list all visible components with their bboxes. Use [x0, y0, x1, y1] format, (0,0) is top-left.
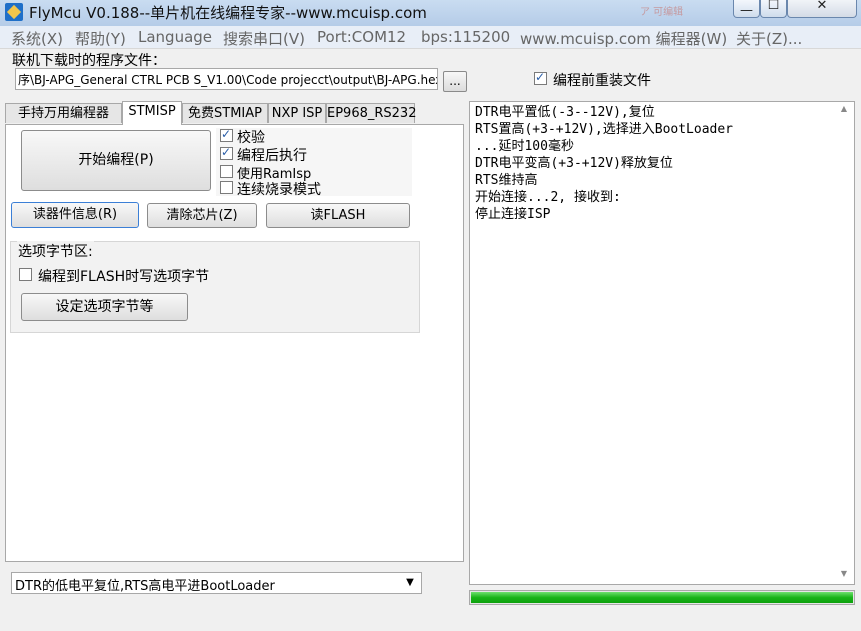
- menu-about[interactable]: 关于(Z)...: [736, 28, 802, 49]
- minimize-icon: —: [740, 3, 753, 18]
- write-option-bytes-label: 编程到FLASH时写选项字节: [38, 269, 210, 285]
- browse-button[interactable]: ...: [443, 71, 467, 92]
- log-text: DTR电平置低(-3--12V),复位 RTS置高(+3-+12V),选择进入B…: [475, 104, 835, 223]
- verify-label: 校验: [237, 130, 265, 146]
- reload-before-program-label: 编程前重装文件: [553, 73, 651, 89]
- minimize-button[interactable]: —: [733, 0, 760, 18]
- menu-help[interactable]: 帮助(Y): [75, 28, 126, 49]
- menu-port[interactable]: Port:COM12: [317, 28, 406, 46]
- set-option-bytes-button[interactable]: 设定选项字节等: [21, 293, 188, 321]
- write-option-bytes-checkbox[interactable]: [19, 268, 32, 281]
- scroll-down-icon[interactable]: ▼: [837, 569, 851, 581]
- close-icon: ✕: [816, 0, 828, 13]
- menu-bar: 系统(X) 帮助(Y) Language 搜索串口(V) Port:COM12 …: [0, 26, 861, 48]
- program-file-label: 联机下载时的程序文件：: [12, 53, 166, 69]
- verify-checkbox[interactable]: [220, 127, 233, 142]
- log-line: DTR电平置低(-3--12V),复位: [475, 105, 655, 120]
- chevron-down-icon[interactable]: ▼: [399, 573, 421, 593]
- log-line: DTR电平变高(+3-+12V)释放复位: [475, 156, 673, 171]
- use-ramisp-checkbox[interactable]: [220, 165, 233, 178]
- log-line: ...延时100毫秒: [475, 139, 574, 154]
- progress-bar-fill: [471, 592, 853, 603]
- tab-free-stmiap[interactable]: 免费STMIAP: [182, 103, 268, 123]
- window-title: FlyMcu V0.188--单片机在线编程专家--www.mcuisp.com: [29, 4, 427, 22]
- maximize-button[interactable]: ☐: [760, 0, 787, 18]
- watermark-text: ア 可编辑: [640, 7, 684, 18]
- menu-bps[interactable]: bps:115200: [421, 28, 510, 46]
- maximize-icon: ☐: [767, 0, 780, 13]
- menu-language[interactable]: Language: [138, 28, 212, 46]
- read-flash-button[interactable]: 读FLASH: [266, 203, 410, 228]
- menu-programmer[interactable]: www.mcuisp.com 编程器(W): [520, 28, 727, 49]
- reset-mode-select[interactable]: DTR的低电平复位,RTS高电平进BootLoader: [11, 572, 422, 594]
- continuous-burn-checkbox[interactable]: [220, 181, 233, 194]
- menu-system[interactable]: 系统(X): [11, 28, 63, 49]
- app-logo-icon: [5, 3, 23, 21]
- program-file-field[interactable]: 序\BJ-APG_General CTRL PCB S_V1.00\Code p…: [15, 68, 438, 90]
- tab-stmisp[interactable]: STMISP: [122, 101, 182, 125]
- tab-handheld-programmer[interactable]: 手持万用编程器: [5, 103, 122, 123]
- tab-ep968-rs232[interactable]: EP968_RS232: [326, 103, 416, 123]
- execute-after-program-checkbox[interactable]: [220, 145, 233, 160]
- read-device-info-button[interactable]: 读器件信息(R): [11, 202, 139, 228]
- scroll-up-icon[interactable]: ▲: [837, 104, 851, 116]
- execute-after-program-label: 编程后执行: [237, 148, 307, 164]
- log-line: RTS维持高: [475, 173, 538, 188]
- option-bytes-title: 选项字节区:: [17, 241, 94, 261]
- start-programming-button[interactable]: 开始编程(P): [21, 130, 211, 191]
- close-button[interactable]: ✕: [787, 0, 857, 18]
- log-line: RTS置高(+3-+12V),选择进入BootLoader: [475, 122, 734, 137]
- erase-chip-button[interactable]: 清除芯片(Z): [147, 203, 257, 228]
- log-line: 停止连接ISP: [475, 207, 551, 222]
- reload-before-program-checkbox[interactable]: [534, 70, 547, 85]
- menu-search-port[interactable]: 搜索串口(V): [223, 28, 305, 49]
- tab-nxp-isp[interactable]: NXP ISP: [268, 103, 326, 123]
- continuous-burn-label: 连续烧录模式: [237, 182, 321, 198]
- log-line: 开始连接...2, 接收到:: [475, 190, 621, 205]
